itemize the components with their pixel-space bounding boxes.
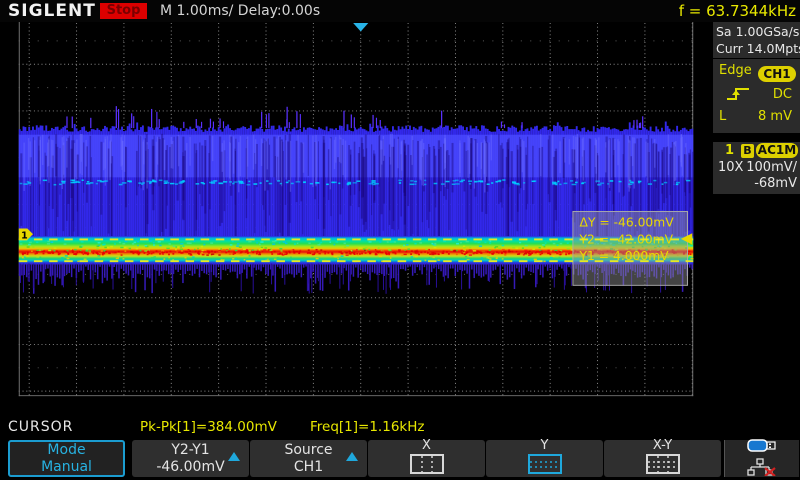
acquisition-panel: Sa 1.00GSa/s Curr 14.0Mpts <box>713 22 800 58</box>
up-arrow-icon <box>228 452 240 461</box>
x-cursors-label: X <box>422 437 431 453</box>
up-arrow-icon <box>346 452 358 461</box>
softkey-x-cursors-button[interactable]: X <box>368 437 485 479</box>
trigger-level-label: L <box>719 109 727 124</box>
softkey-y-cursors-button[interactable]: Y <box>486 437 603 479</box>
trigger-position-marker[interactable] <box>353 22 369 32</box>
pkpk-measurement: Pk-Pk[1]=384.00mV <box>140 419 277 435</box>
xy-cursors-label: X-Y <box>652 437 673 453</box>
trigger-panel: Edge CH1 DC L 8 mV <box>713 59 800 133</box>
bandwidth-limit-badge: B <box>741 144 754 158</box>
cursor-delta-y-value: ΔY = -46.00mV <box>580 216 675 230</box>
y-cursors-icon <box>527 453 562 479</box>
xy-cursors-icon <box>645 453 680 479</box>
channel1-coupling-badge: AC1M <box>756 143 798 158</box>
sample-rate: Sa 1.00GSa/s <box>716 24 800 39</box>
channel1-marker-label: 1 <box>21 230 28 241</box>
waveform-display: ΔY = -46.00mV Y2 = -42.00mV Y1 = 4.000mV… <box>18 22 695 397</box>
channel1-number: 1 <box>725 143 735 158</box>
oscilloscope-screen: SIGLENT Stop M 1.00ms/ Delay:0.00s f = 6… <box>0 0 800 480</box>
x-cursors-icon <box>409 453 444 479</box>
active-menu-title: CURSOR <box>8 419 74 435</box>
softkey-y2y1-button[interactable]: Y2-Y1 -46.00mV <box>132 440 249 477</box>
mode-label: Mode <box>47 441 86 458</box>
timebase-readout[interactable]: M 1.00ms/ Delay:0.00s <box>160 3 320 19</box>
frequency-counter: f = 63.7344kHz <box>678 2 796 20</box>
softkey-xy-cursors-button[interactable]: X-Y <box>604 437 721 479</box>
usb-device-icon <box>747 438 777 457</box>
brand-logo: SIGLENT <box>8 1 96 21</box>
freq-measurement: Freq[1]=1.16kHz <box>310 419 425 435</box>
acquisition-status-badge[interactable]: Stop <box>100 3 147 19</box>
y2y1-label: Y2-Y1 <box>171 441 210 458</box>
softkey-mode-button[interactable]: Mode Manual <box>8 440 125 477</box>
channel1-panel[interactable]: 1 B AC1M 10X 100mV/ -68mV <box>713 142 800 194</box>
trigger-source-badge: CH1 <box>758 66 796 82</box>
volts-per-div: 100mV/ <box>746 160 797 175</box>
source-value: CH1 <box>293 458 324 475</box>
softkey-menu: Mode Manual Y2-Y1 -46.00mV Source CH1 X … <box>0 437 800 480</box>
rising-edge-icon <box>725 86 751 106</box>
lan-disconnected-icon <box>747 457 777 480</box>
mode-value: Manual <box>41 458 92 475</box>
io-status-cell <box>724 438 799 480</box>
probe-attenuation: 10X <box>718 160 744 175</box>
softkey-source-button[interactable]: Source CH1 <box>250 440 367 477</box>
trigger-coupling: DC <box>772 87 792 102</box>
y2y1-value: -46.00mV <box>156 458 225 475</box>
memory-depth: Curr 14.0Mpts <box>716 41 800 56</box>
source-label: Source <box>284 441 333 458</box>
channel1-offset: -68mV <box>754 176 797 191</box>
trigger-level-value: 8 mV <box>758 109 792 124</box>
y-cursors-label: Y <box>540 437 549 453</box>
cursor-readout-box: ΔY = -46.00mV Y2 = -42.00mV Y1 = 4.000mV <box>572 210 689 286</box>
top-bar: SIGLENT Stop M 1.00ms/ Delay:0.00s f = 6… <box>0 0 800 22</box>
trigger-type: Edge <box>719 63 752 78</box>
